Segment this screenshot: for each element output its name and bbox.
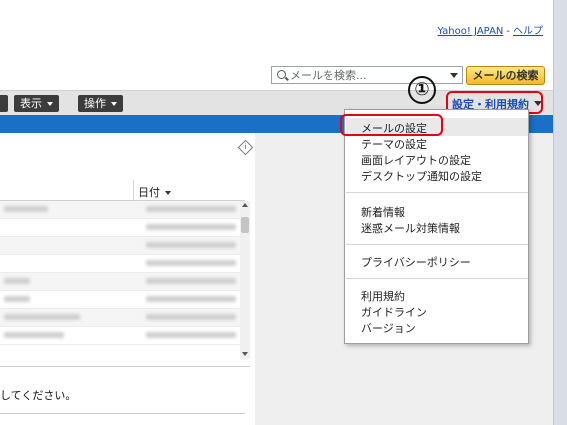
menu-item-terms[interactable]: 利用規約 [361,288,405,304]
mail-settings-highlight-box [340,114,443,136]
table-row[interactable] [0,237,240,255]
menu-item-privacy-policy[interactable]: プライバシーポリシー [361,254,471,270]
chevron-down-icon [111,102,117,106]
table-row[interactable] [0,273,240,291]
top-links: Yahoo! JAPAN - ヘルプ [437,22,543,37]
link-separator: - [506,26,510,37]
column-divider [133,180,134,200]
menu-item-version[interactable]: バージョン [361,320,416,336]
menu-item-news[interactable]: 新着情報 [361,204,405,220]
search-icon [277,70,286,79]
action-button[interactable]: 操作 [78,95,123,112]
view-button[interactable]: 表示 [14,95,59,112]
menu-separator [346,244,528,245]
divider [0,413,245,414]
table-row[interactable] [0,201,240,219]
chevron-down-icon [47,102,53,106]
scroll-down-icon[interactable] [242,352,248,356]
date-header-label: 日付 [138,186,160,199]
mail-search-button[interactable]: メールの検索 [466,66,545,85]
menu-item-theme-settings[interactable]: テーマの設定 [361,136,427,152]
view-button-label: 表示 [20,97,42,110]
menu-separator [346,192,528,193]
toolbar-button-partial[interactable] [0,95,8,112]
date-column-header[interactable]: 日付 [138,184,171,200]
table-row[interactable] [0,219,240,237]
sort-caret-icon [165,191,171,195]
table-row[interactable] [0,327,240,345]
right-edge-strip [553,0,567,425]
search-dropdown-icon[interactable] [450,73,458,78]
action-button-label: 操作 [84,97,106,110]
scroll-thumb[interactable] [241,217,249,233]
table-row[interactable] [0,309,240,327]
list-header-row [0,180,245,201]
table-row[interactable] [0,255,240,273]
scroll-up-icon[interactable] [242,203,248,207]
menu-item-spam-info[interactable]: 迷惑メール対策情報 [361,220,460,236]
settings-dropdown-menu: メールの設定 テーマの設定 画面レイアウトの設定 デスクトップ通知の設定 新着情… [344,109,529,344]
notice-text: してください。 [0,389,77,402]
yahoo-japan-link[interactable]: Yahoo! JAPAN [437,26,503,37]
menu-separator [346,278,528,279]
step-number-badge: ① [408,76,436,104]
help-link[interactable]: ヘルプ [513,26,543,37]
divider [0,366,250,367]
menu-item-guidelines[interactable]: ガイドライン [361,304,427,320]
search-box[interactable] [271,66,463,84]
menu-item-desktop-notification-settings[interactable]: デスクトップ通知の設定 [361,168,482,184]
table-row[interactable] [0,291,240,309]
menu-item-layout-settings[interactable]: 画面レイアウトの設定 [361,152,471,168]
